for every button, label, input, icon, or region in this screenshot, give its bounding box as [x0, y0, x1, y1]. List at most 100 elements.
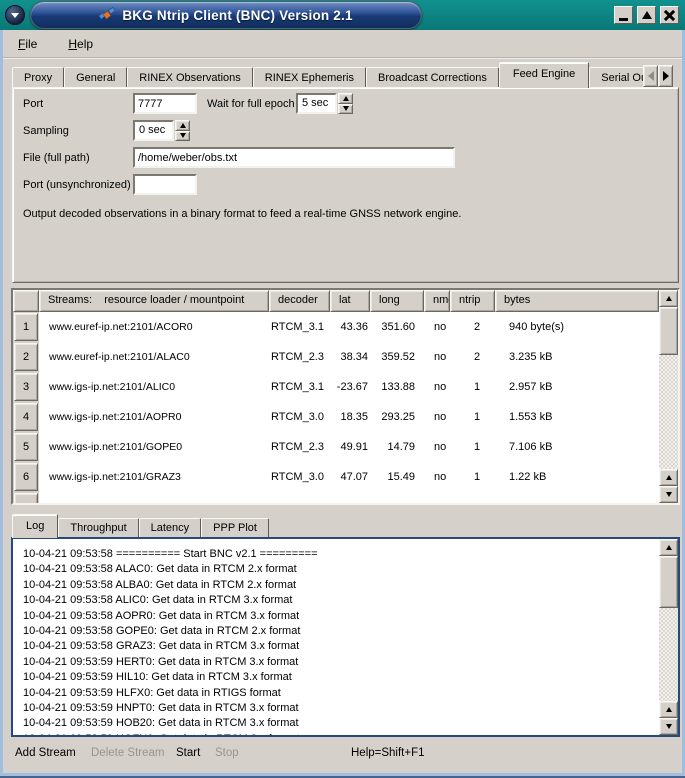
scroll-up-button[interactable] — [659, 539, 678, 556]
cell-decoder: RTCM_3.0 — [269, 402, 330, 432]
table-row[interactable]: 6 www.igs-ip.net:2101/GRAZ3 RTCM_3.0 47.… — [13, 462, 659, 492]
cell-lat: 18.35 — [330, 402, 370, 432]
port-input[interactable] — [133, 93, 197, 114]
up-arrow-icon — [666, 296, 672, 301]
log-vertical-scrollbar[interactable] — [659, 539, 678, 735]
tab-scroll-left-button[interactable] — [643, 65, 658, 87]
table-row[interactable]: 4 www.igs-ip.net:2101/AOPR0 RTCM_3.0 18.… — [13, 402, 659, 432]
close-button[interactable] — [660, 6, 679, 24]
header-lat[interactable]: lat — [330, 290, 370, 312]
tab-log[interactable]: Log — [12, 514, 58, 538]
cell-long: 293.25 — [370, 402, 424, 432]
stop-button[interactable]: Stop — [215, 747, 239, 759]
scroll-up-button-bottom[interactable] — [659, 469, 678, 486]
spin-up-button[interactable] — [338, 93, 353, 104]
streams-vertical-scrollbar[interactable] — [659, 290, 678, 503]
epoch-spinbox[interactable]: 5 sec — [296, 93, 353, 114]
row-number-column: 3 — [13, 372, 39, 402]
scrollbar-track[interactable] — [659, 608, 678, 701]
tab-general[interactable]: General — [64, 67, 127, 88]
start-button[interactable]: Start — [176, 747, 200, 759]
cell-bytes: 1.553 kB — [495, 402, 659, 432]
streams-table: Streams: resource loader / mountpoint de… — [11, 288, 680, 505]
scrollbar-track[interactable] — [659, 355, 678, 469]
scrollbar-thumb[interactable] — [659, 307, 678, 355]
log-line: 10-04-21 09:53:59 HNPT0: Get data in RTC… — [23, 701, 659, 716]
spin-down-button[interactable] — [175, 131, 190, 142]
spin-down-button[interactable] — [338, 104, 353, 115]
feed-engine-panel: Port Wait for full epoch 5 sec Sampling … — [12, 87, 679, 283]
sampling-spinbox[interactable]: 0 sec — [133, 120, 190, 141]
table-row[interactable]: 1 www.euref-ip.net:2101/ACOR0 RTCM_3.1 4… — [13, 312, 659, 342]
row-number-column: 5 — [13, 432, 39, 462]
cell-ntrip: 1 — [450, 402, 495, 432]
delete-stream-button[interactable]: Delete Stream — [91, 747, 165, 759]
tab-ppp-plot[interactable]: PPP Plot — [201, 518, 269, 538]
scrollbar-thumb[interactable] — [659, 556, 678, 608]
maximize-button[interactable] — [637, 6, 656, 24]
row-number-button[interactable]: 1 — [14, 313, 38, 341]
cell-bytes: 2.957 kB — [495, 372, 659, 402]
tab-proxy[interactable]: Proxy — [12, 67, 64, 88]
tab-broadcast-corrections[interactable]: Broadcast Corrections — [366, 67, 499, 88]
log-view[interactable]: 10-04-21 09:53:58 ========== Start BNC v… — [11, 537, 680, 737]
tab-feed-engine[interactable]: Feed Engine — [499, 62, 589, 88]
titlebar: BKG Ntrip Client (BNC) Version 2.1 — [0, 0, 685, 30]
file-input[interactable] — [133, 147, 455, 168]
tab-scroll-buttons — [643, 65, 673, 87]
tab-scroll-right-button[interactable] — [658, 65, 673, 87]
tab-throughput[interactable]: Throughput — [58, 518, 138, 538]
row-number-button[interactable]: 3 — [14, 373, 38, 401]
cell-bytes: 3.235 kB — [495, 342, 659, 372]
window-menu-button[interactable] — [5, 5, 25, 25]
port-unsync-input[interactable] — [133, 174, 197, 195]
log-line: 10-04-21 09:53:58 ========== Start BNC v… — [23, 547, 659, 562]
streams-table-body: 1 www.euref-ip.net:2101/ACOR0 RTCM_3.1 4… — [13, 312, 659, 503]
scroll-up-button[interactable] — [659, 290, 678, 307]
header-ntrip[interactable]: ntrip — [450, 290, 495, 312]
cell-mountpoint: www.igs-ip.net:2101/ALIC0 — [39, 372, 269, 402]
minimize-button[interactable] — [614, 6, 633, 24]
table-row[interactable]: 3 www.igs-ip.net:2101/ALIC0 RTCM_3.1 -23… — [13, 372, 659, 402]
header-long[interactable]: long — [370, 290, 424, 312]
header-nmea[interactable]: nmea — [424, 290, 450, 312]
spin-up-button[interactable] — [175, 120, 190, 131]
scroll-down-button[interactable] — [659, 486, 678, 503]
row-number-button[interactable]: 4 — [14, 403, 38, 431]
header-streams[interactable]: Streams: resource loader / mountpoint — [39, 290, 269, 312]
epoch-label: Wait for full epoch — [207, 96, 295, 112]
cell-decoder: RTCM_3.0 — [269, 462, 330, 492]
sampling-value[interactable]: 0 sec — [133, 120, 174, 141]
file-label: File (full path) — [23, 150, 90, 166]
header-bytes[interactable]: bytes — [495, 290, 659, 312]
tab-latency[interactable]: Latency — [139, 518, 202, 538]
cell-lat: 49.91 — [330, 432, 370, 462]
tab-rinex-ephemeris[interactable]: RINEX Ephemeris — [253, 67, 366, 88]
header-decoder[interactable]: decoder — [269, 290, 330, 312]
add-stream-button[interactable]: Add Stream — [15, 747, 76, 759]
scroll-up-button-bottom[interactable] — [659, 701, 678, 718]
epoch-spin-buttons — [338, 93, 353, 114]
table-row[interactable]: 2 www.euref-ip.net:2101/ALAC0 RTCM_2.3 3… — [13, 342, 659, 372]
title-pill[interactable]: BKG Ntrip Client (BNC) Version 2.1 — [30, 1, 422, 29]
cell-long: 15.49 — [370, 462, 424, 492]
log-line: 10-04-21 09:53:59 HERT0: Get data in RTC… — [23, 655, 659, 670]
table-row[interactable]: 5 www.igs-ip.net:2101/GOPE0 RTCM_2.3 49.… — [13, 432, 659, 462]
tab-rinex-observations[interactable]: RINEX Observations — [127, 67, 252, 88]
log-line: 10-04-21 09:53:59 HIL10: Get data in RTC… — [23, 670, 659, 685]
row-number-button[interactable]: 6 — [14, 463, 38, 491]
scroll-down-button[interactable] — [659, 718, 678, 735]
cell-bytes: 1.22 kB — [495, 462, 659, 492]
menu-help[interactable]: Help — [66, 35, 95, 53]
row-number-button[interactable]: 5 — [14, 433, 38, 461]
table-row-partial — [13, 492, 659, 503]
down-arrow-icon — [180, 133, 186, 138]
down-arrow-icon — [666, 724, 672, 729]
row-number-button[interactable]: 2 — [14, 343, 38, 371]
up-arrow-icon — [666, 475, 672, 480]
menu-file[interactable]: File — [16, 35, 39, 53]
cell-lat: 47.07 — [330, 462, 370, 492]
epoch-value[interactable]: 5 sec — [296, 93, 337, 114]
cell-decoder: RTCM_3.1 — [269, 372, 330, 402]
window-buttons — [614, 6, 679, 24]
